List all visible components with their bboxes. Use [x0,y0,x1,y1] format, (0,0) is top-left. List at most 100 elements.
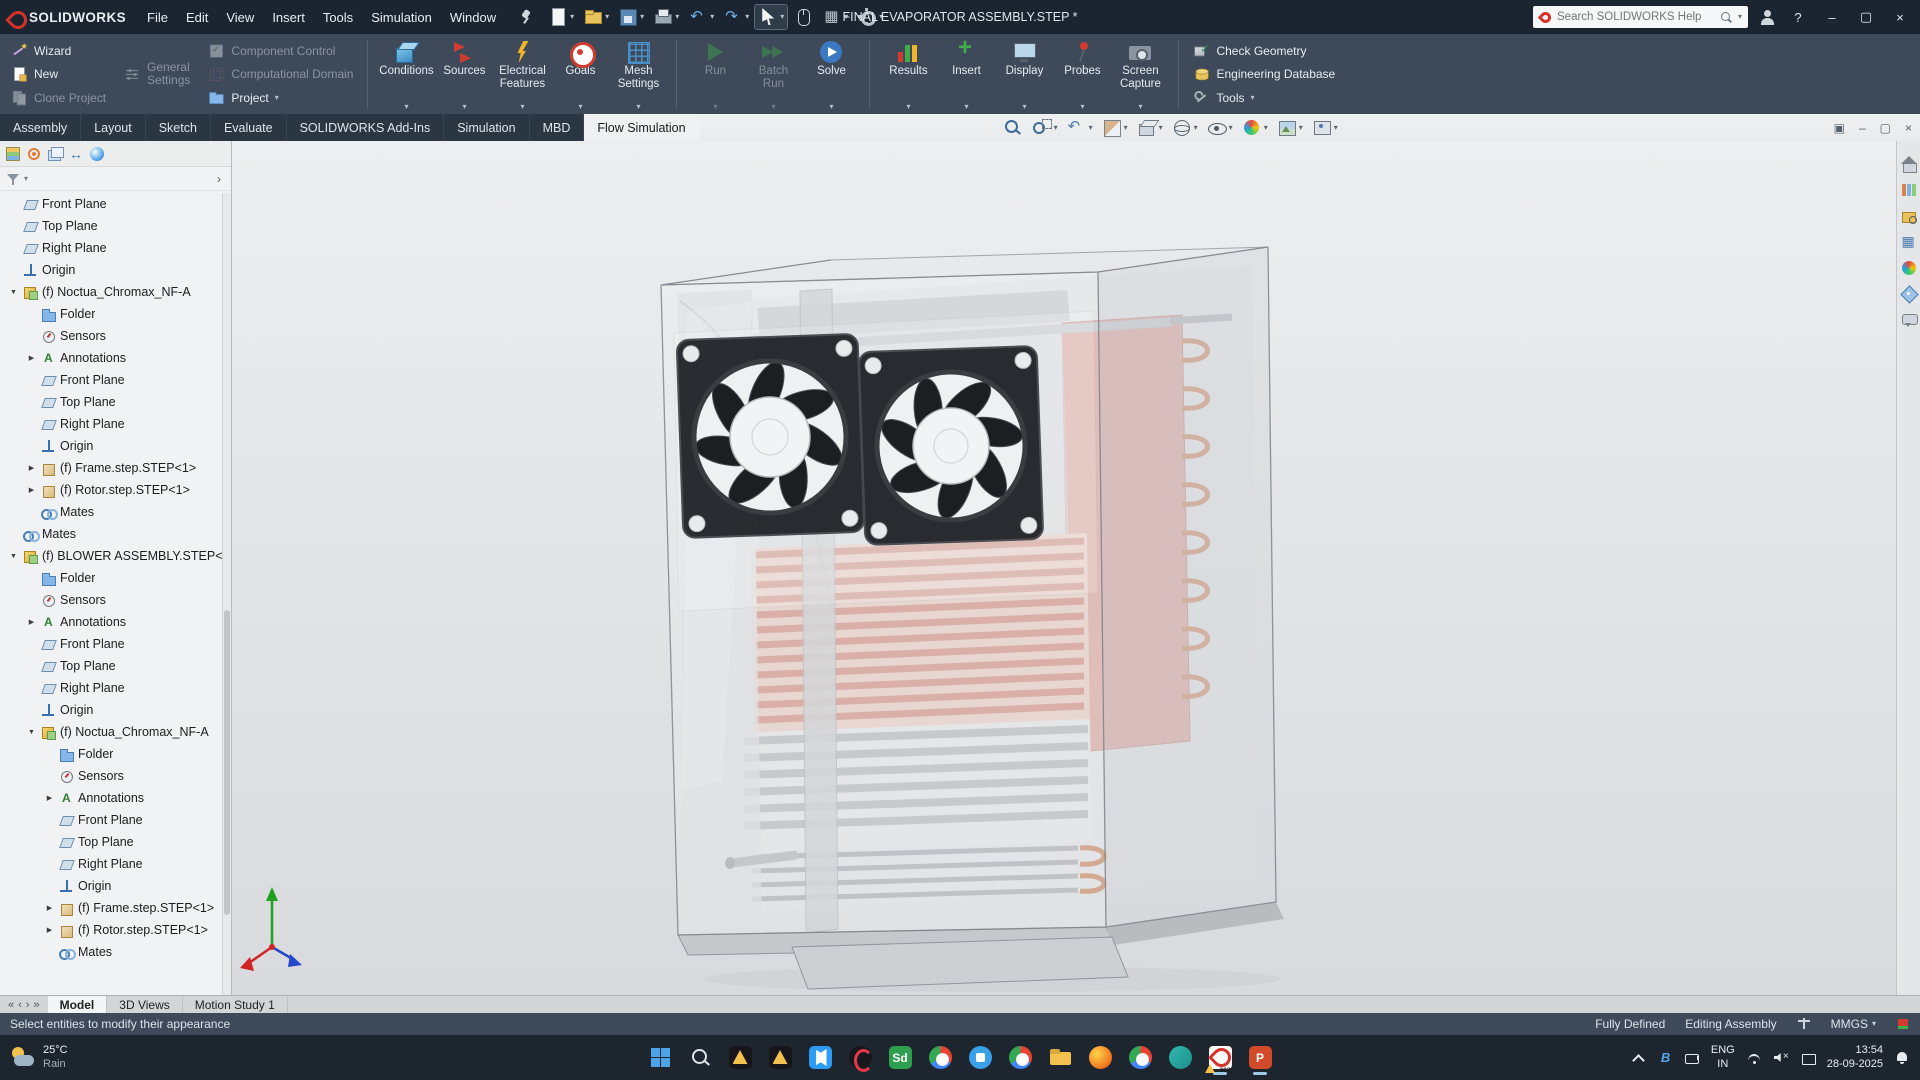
batch-run-button[interactable]: Batch Run [744,36,802,112]
electrical-features-button[interactable]: Electrical Features [493,36,551,112]
wizard-button[interactable]: Wizard [6,39,111,62]
tree-expander-icon[interactable] [8,553,19,560]
dimxpertmanager-tab[interactable] [67,145,85,163]
help-search-box[interactable] [1533,6,1748,28]
dropdown-caret-icon[interactable] [640,13,644,21]
zoom-to-area-button[interactable] [1029,117,1060,138]
battery-icon[interactable] [1684,1050,1700,1066]
tree-item[interactable]: Origin [0,875,231,897]
view-orientation-button[interactable] [1134,117,1165,138]
tree-item[interactable]: Right Plane [0,237,231,259]
dropdown-caret-icon[interactable] [964,103,968,111]
restore-document-button[interactable]: ▢ [1880,121,1891,135]
redo-button[interactable] [720,5,752,29]
taskbar-search-button[interactable] [683,1040,717,1076]
sources-button[interactable]: Sources [435,36,493,112]
dropdown-caret-icon[interactable] [1089,124,1093,132]
edit-appearance-button[interactable] [1239,117,1270,138]
menu-item[interactable]: View [217,10,263,25]
screen-capture-button[interactable]: Screen Capture [1111,36,1169,112]
model-tab[interactable]: Motion Study 1 [183,996,288,1013]
model-tab[interactable]: Model [48,996,108,1013]
dropdown-caret-icon[interactable] [829,103,833,111]
browser-orange-icon[interactable] [1083,1040,1117,1076]
dropdown-caret-icon[interactable] [462,103,466,111]
menu-item[interactable]: Edit [177,10,217,25]
tree-item[interactable]: Annotations [0,347,231,369]
dropdown-caret-icon[interactable] [1229,124,1233,132]
goals-button[interactable]: Goals [551,36,609,112]
display-button[interactable]: Display [995,36,1053,112]
probes-button[interactable]: Probes [1053,36,1111,112]
file-explorer-pane-icon[interactable] [1900,207,1918,225]
ribbon-tab[interactable]: SOLIDWORKS Add-Ins [287,114,445,141]
fan-2[interactable] [859,346,1044,545]
previous-view-button[interactable] [1064,117,1095,138]
computational-domain-button[interactable]: Computational Domain [203,63,358,86]
clock[interactable]: 13:54 28-09-2025 [1827,1044,1883,1070]
new-project-button[interactable]: New [6,63,111,86]
bluetooth-icon[interactable] [1657,1050,1673,1066]
project-button[interactable]: Project [203,86,358,109]
tree-item[interactable]: (f) BLOWER ASSEMBLY.STEP<2 [0,545,231,567]
propertymanager-tab[interactable] [25,145,43,163]
dropdown-caret-icon[interactable] [520,103,524,111]
language-indicator[interactable]: ENG IN [1711,1044,1735,1070]
tree-item[interactable]: Front Plane [0,633,231,655]
file-explorer-icon[interactable] [1043,1040,1077,1076]
tree-item[interactable]: Right Plane [0,853,231,875]
view-palette-icon[interactable] [1900,233,1918,251]
dropdown-caret-icon[interactable] [906,103,910,111]
restore-window-button[interactable]: ▢ [1854,9,1878,25]
units-caret-icon[interactable] [1872,1020,1876,1028]
dropdown-caret-icon[interactable] [1022,103,1026,111]
search-scope-caret-icon[interactable] [1738,13,1742,21]
dropdown-caret-icon[interactable] [275,94,279,102]
general-settings-button[interactable]: General Settings [119,63,195,86]
powerpoint-icon[interactable]: P [1243,1040,1277,1076]
help-button[interactable]: ? [1786,10,1810,25]
tree-item[interactable]: (f) Rotor.step.STEP<1> [0,919,231,941]
pin-toolbar-icon[interactable] [515,7,535,27]
tree-item[interactable]: Origin [0,699,231,721]
sw-forum-icon[interactable] [1900,311,1918,329]
tree-item[interactable]: Mates [0,501,231,523]
tree-item[interactable]: Origin [0,435,231,457]
tree-item[interactable]: Folder [0,303,231,325]
tree-item[interactable]: Top Plane [0,831,231,853]
fan-1[interactable] [677,334,865,538]
minimize-document-button[interactable]: – [1859,121,1866,135]
dropdown-caret-icon[interactable] [771,103,775,111]
tree-scrollbar[interactable] [222,193,231,995]
ribbon-tab[interactable]: MBD [530,114,585,141]
hide-show-items-button[interactable] [1204,117,1235,138]
evaporator-assembly-model[interactable] [232,141,1896,995]
run-button[interactable]: Run [686,36,744,112]
tree-item[interactable]: Folder [0,743,231,765]
tree-scrollbar-thumb[interactable] [224,610,230,915]
minimize-window-button[interactable]: – [1820,10,1844,25]
scroll-tabs-left-button[interactable]: ‹ [18,999,22,1011]
sd-app-icon[interactable]: Sd [883,1040,917,1076]
opera-gx-icon[interactable] [843,1040,877,1076]
tree-expander-icon[interactable] [8,289,19,296]
user-account-icon[interactable] [1758,8,1776,26]
display-cast-icon[interactable] [1800,1050,1816,1066]
ribbon-tab[interactable]: Evaluate [211,114,287,141]
tree-expander-icon[interactable] [26,729,37,736]
tree-item[interactable]: (f) Noctua_Chromax_NF-A [0,721,231,743]
dropdown-caret-icon[interactable] [636,103,640,111]
tree-item[interactable]: Top Plane [0,391,231,413]
solve-button[interactable]: Solve [802,36,860,112]
dropdown-caret-icon[interactable] [1124,124,1128,132]
browser-icon-2[interactable] [1003,1040,1037,1076]
tree-expander-icon[interactable] [26,464,37,472]
tree-item[interactable]: Sensors [0,589,231,611]
results-button[interactable]: Results [879,36,937,112]
dropdown-caret-icon[interactable] [1250,94,1254,102]
expand-panel-chevron[interactable]: › [213,172,225,186]
insert-button[interactable]: Insert [937,36,995,112]
browser-icon-3[interactable] [1123,1040,1157,1076]
dropdown-caret-icon[interactable] [1334,124,1338,132]
tree-item[interactable]: Right Plane [0,677,231,699]
